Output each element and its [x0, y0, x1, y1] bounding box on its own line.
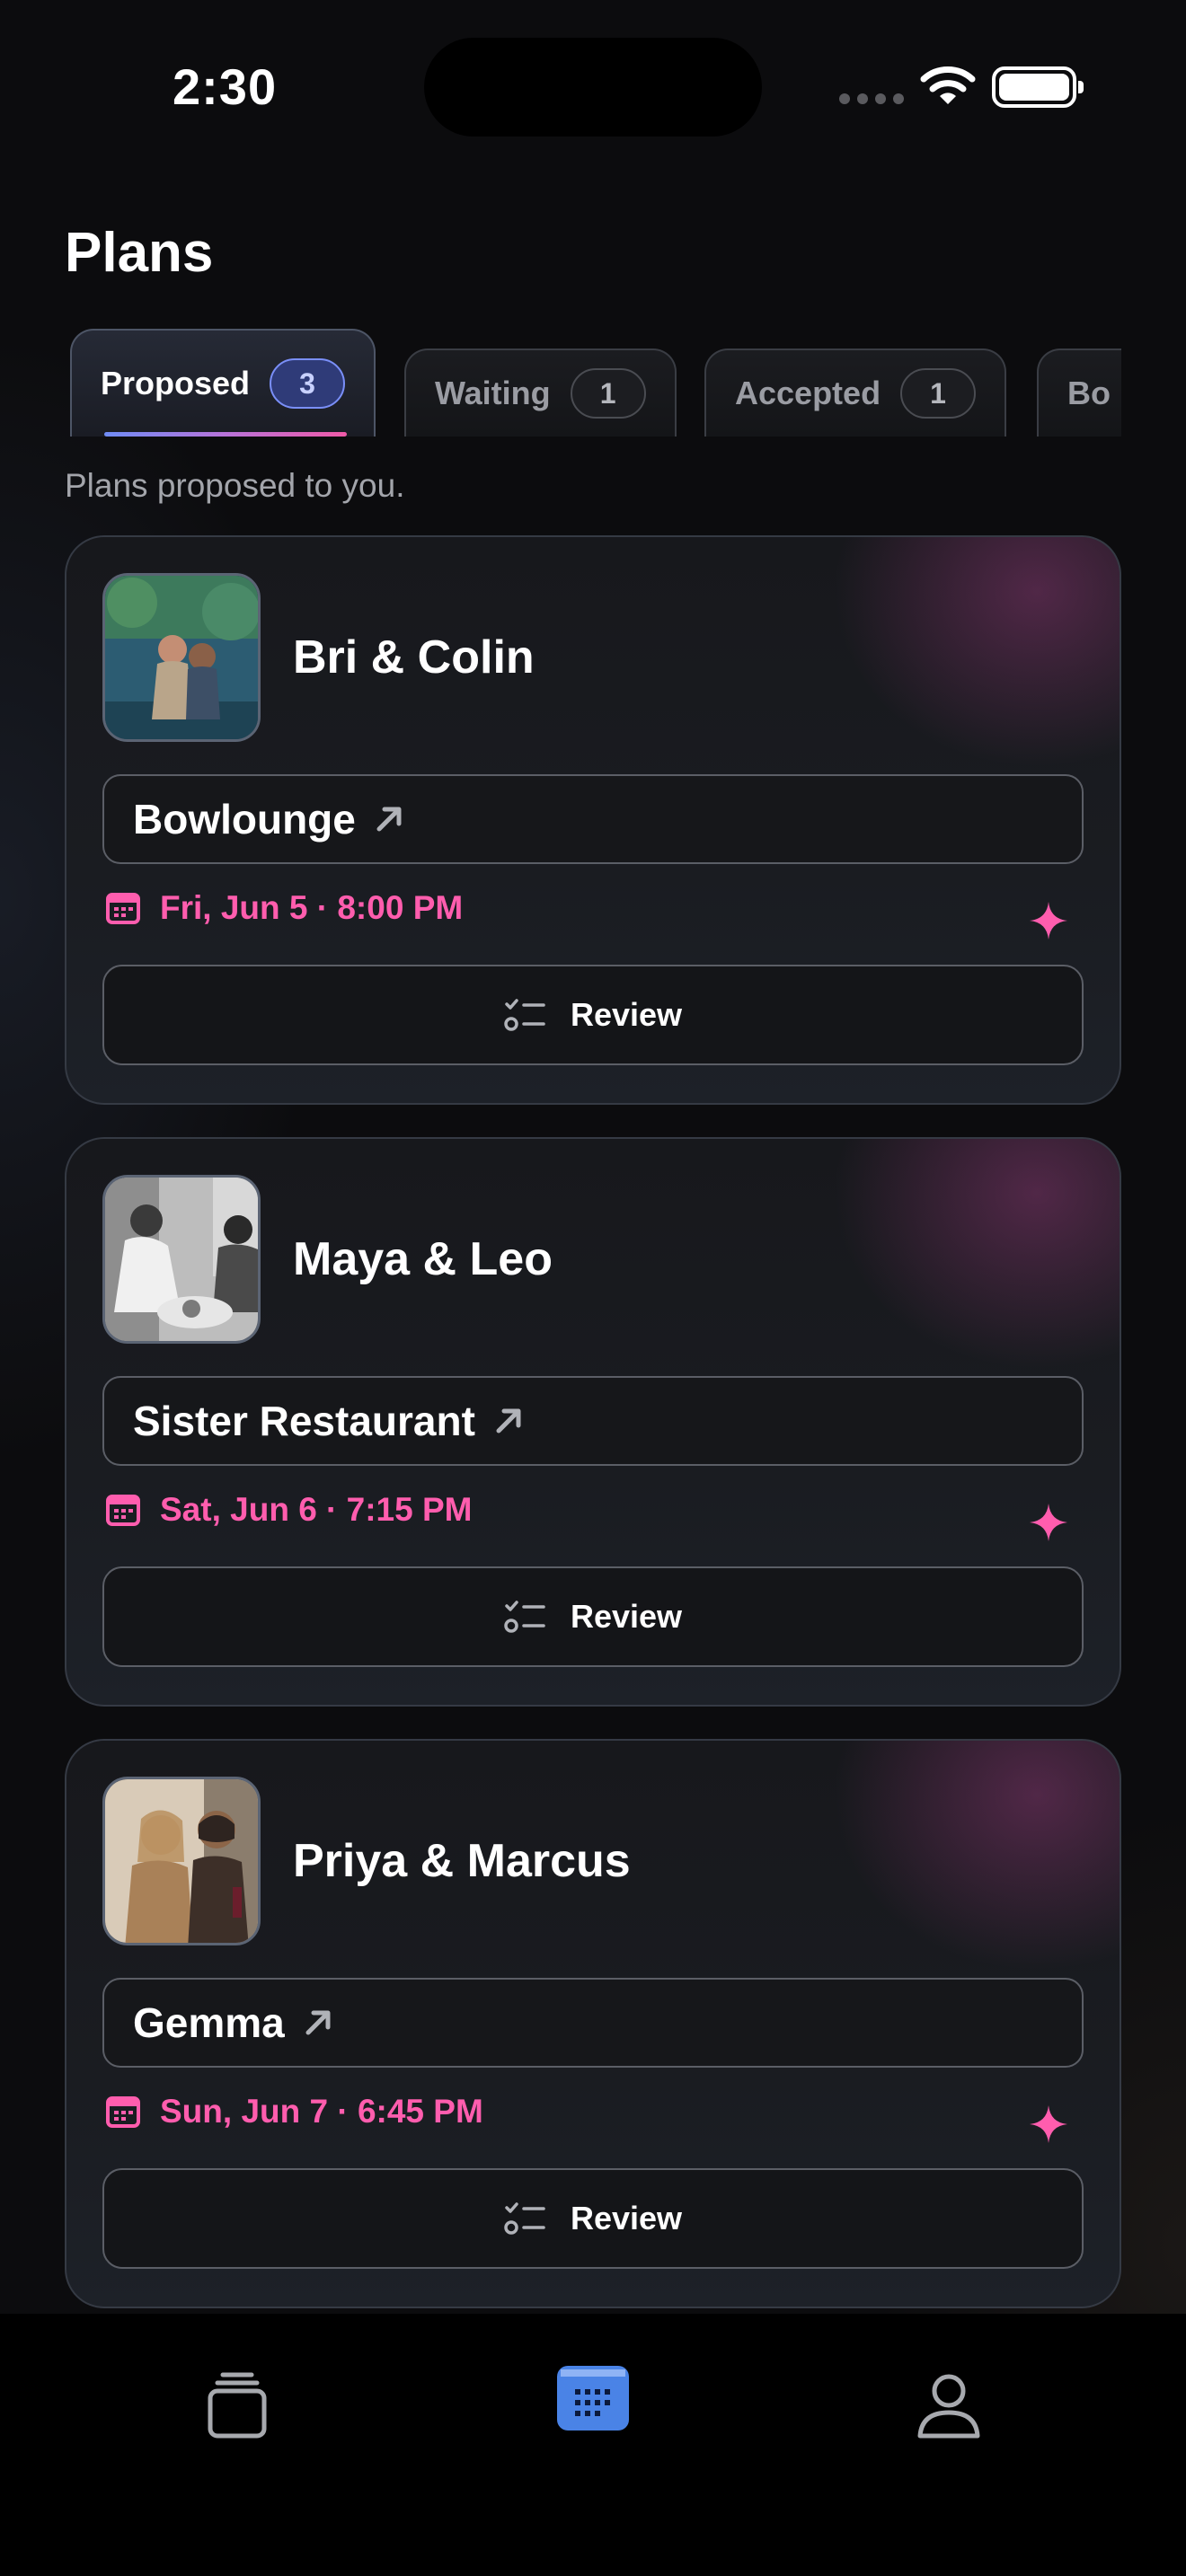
tab-count-badge: 3	[270, 358, 346, 409]
calendar-icon	[106, 893, 140, 924]
plan-date-text: Fri, Jun 5 · 8:00 PM	[160, 889, 464, 926]
couple-photo	[102, 1777, 261, 1945]
tab-label: Proposed	[101, 365, 251, 401]
sparkle-icon	[1030, 902, 1067, 940]
plan-date-text: Sat, Jun 6 · 7:15 PM	[160, 1491, 473, 1528]
venue-link[interactable]: Gemma	[102, 1978, 1084, 2068]
review-label: Review	[570, 996, 683, 1033]
review-label: Review	[570, 1598, 683, 1635]
plans-tabs: Proposed 3 Waiting 1 Accepted 1 Bo	[65, 329, 1121, 437]
profile-icon[interactable]	[913, 2369, 985, 2441]
venue-link[interactable]: Sister Restaurant	[102, 1376, 1084, 1466]
review-button[interactable]: Review	[102, 1566, 1084, 1667]
status-time: 2:30	[173, 58, 278, 115]
couple-photo	[102, 573, 261, 742]
tab-count-badge: 1	[570, 368, 646, 419]
calendar-icon	[106, 2096, 140, 2128]
tab-booked[interactable]: Bo	[1037, 348, 1121, 437]
status-bar: 2:30	[0, 0, 1186, 171]
calendar-icon	[106, 1495, 140, 1526]
tab-waiting[interactable]: Waiting 1	[404, 348, 677, 437]
tab-proposed[interactable]: Proposed 3	[70, 329, 376, 437]
couple-names: Priya & Marcus	[293, 1835, 631, 1887]
sparkle-icon	[1030, 2105, 1067, 2143]
plan-card: Priya & Marcus Gemma Sun, Jun 7 · 6:45 P…	[65, 1739, 1121, 2308]
sparkle-icon	[1030, 1504, 1067, 1541]
calendar-icon[interactable]	[557, 2366, 629, 2430]
plans-screen: 2:30 Plans Proposed 3 Waiting 1 Accepted…	[0, 0, 1186, 2576]
cellular-signal-icon	[839, 93, 904, 104]
bottom-tab-bar	[0, 2314, 1186, 2576]
tab-description: Plans proposed to you.	[65, 467, 405, 504]
review-button[interactable]: Review	[102, 2168, 1084, 2269]
external-link-arrow-icon	[376, 807, 402, 832]
plan-card: Maya & Leo Sister Restaurant Sat, Jun 6 …	[65, 1137, 1121, 1707]
tab-label: Waiting	[435, 375, 551, 411]
couple-photo	[102, 1175, 261, 1344]
couple-names: Bri & Colin	[293, 631, 535, 684]
plan-datetime: Sat, Jun 6 · 7:15 PM	[106, 1491, 473, 1529]
checklist-icon	[504, 999, 545, 1031]
cards-stack-icon[interactable]	[201, 2369, 273, 2441]
plan-card: Bri & Colin Bowlounge Fri, Jun 5 · 8:00 …	[65, 535, 1121, 1105]
battery-icon	[992, 66, 1084, 108]
plan-datetime: Fri, Jun 5 · 8:00 PM	[106, 889, 463, 927]
venue-name: Bowlounge	[133, 796, 356, 842]
wifi-icon	[920, 66, 976, 104]
tab-count-badge: 1	[900, 368, 977, 419]
external-link-arrow-icon	[305, 2010, 331, 2035]
venue-name: Gemma	[133, 1999, 285, 2046]
plan-datetime: Sun, Jun 7 · 6:45 PM	[106, 2093, 483, 2130]
couple-names: Maya & Leo	[293, 1233, 553, 1285]
checklist-icon	[504, 1601, 545, 1633]
dynamic-island	[424, 38, 762, 137]
external-link-arrow-icon	[496, 1408, 521, 1434]
venue-name: Sister Restaurant	[133, 1398, 475, 1444]
tab-accepted[interactable]: Accepted 1	[704, 348, 1007, 437]
checklist-icon	[504, 2202, 545, 2235]
review-label: Review	[570, 2200, 683, 2236]
tab-label: Bo	[1067, 375, 1111, 411]
venue-link[interactable]: Bowlounge	[102, 774, 1084, 864]
tab-label: Accepted	[735, 375, 881, 411]
review-button[interactable]: Review	[102, 965, 1084, 1065]
page-title: Plans	[65, 222, 214, 284]
plan-date-text: Sun, Jun 7 · 6:45 PM	[160, 2093, 483, 2130]
